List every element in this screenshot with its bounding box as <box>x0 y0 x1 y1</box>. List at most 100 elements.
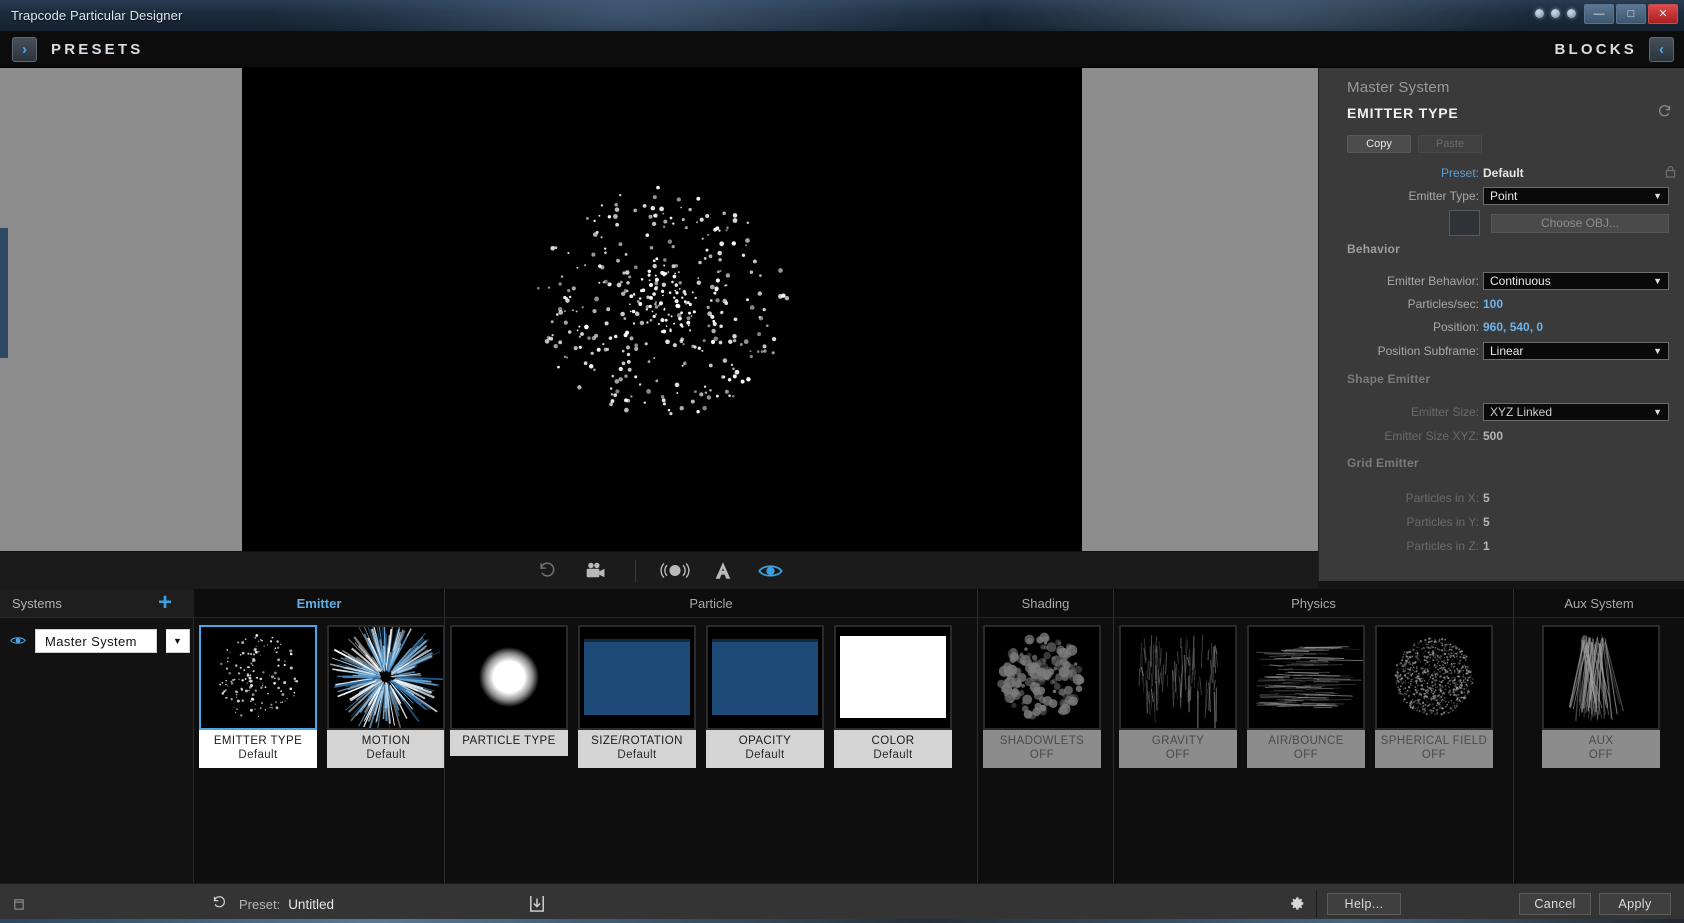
preset-reset-icon[interactable] <box>212 895 227 914</box>
block-group-label-physics: Physics <box>1114 589 1513 618</box>
cancel-button[interactable]: Cancel <box>1519 893 1591 915</box>
block-card-size-rotation[interactable]: SIZE/ROTATION Default <box>578 625 696 768</box>
motion-blur-icon[interactable] <box>659 558 690 584</box>
save-preset-icon[interactable] <box>529 895 545 917</box>
minimize-button[interactable]: — <box>1584 4 1614 24</box>
choose-obj-button[interactable]: Choose OBJ... <box>1491 213 1669 233</box>
chevron-down-icon: ▼ <box>1653 191 1662 201</box>
block-card-opacity[interactable]: OPACITY Default <box>706 625 824 768</box>
block-sub-color: Default <box>873 749 913 761</box>
maximize-button[interactable]: □ <box>1616 4 1646 24</box>
block-card-air-bounce[interactable]: AIR/BOUNCE OFF <box>1247 625 1365 768</box>
preset-lock-icon[interactable] <box>1665 165 1676 181</box>
param-row-preset: Preset: Default <box>1319 161 1684 185</box>
emitter-size-select[interactable]: XYZ Linked ▼ <box>1483 403 1669 421</box>
apply-button[interactable]: Apply <box>1599 893 1671 915</box>
particles-in-z-value[interactable]: 1 <box>1483 539 1490 553</box>
particle-preview-canvas[interactable] <box>242 68 1082 551</box>
section-grid-emitter: Grid Emitter <box>1347 456 1419 470</box>
particles-in-y-value[interactable]: 5 <box>1483 515 1490 529</box>
block-group-label-aux-system: Aux System <box>1514 589 1684 618</box>
param-label-position-subframe: Position Subframe: <box>1377 344 1479 358</box>
systems-header: Systems + <box>0 589 194 618</box>
param-label-particles-in-x: Particles in X: <box>1405 491 1479 505</box>
block-sub-emitter-type: Default <box>238 749 278 761</box>
radial-streaks-thumb <box>329 627 443 728</box>
block-card-aux[interactable]: AUX OFF <box>1542 625 1660 768</box>
block-card-particle-type[interactable]: PARTICLE TYPE <box>450 625 568 768</box>
panel-reset-icon[interactable] <box>1657 104 1672 123</box>
system-dropdown-caret-icon[interactable]: ▼ <box>166 629 190 653</box>
position-value[interactable]: 960, 540, 0 <box>1483 320 1543 334</box>
block-title-motion: MOTION <box>361 735 411 747</box>
block-sub-motion: Default <box>366 749 406 761</box>
add-system-button[interactable]: + <box>158 590 172 616</box>
paste-button[interactable]: Paste <box>1418 135 1482 153</box>
white-block-thumb <box>836 627 950 728</box>
block-card-emitter-type[interactable]: EMITTER TYPE Default <box>199 625 317 768</box>
block-card-shadowlets[interactable]: SHADOWLETS OFF <box>983 625 1101 768</box>
block-thumb-particle-type <box>450 625 568 730</box>
param-label-preset: Preset: <box>1440 166 1479 180</box>
block-group-label-particle: Particle <box>445 589 977 618</box>
visibility-eye-icon[interactable] <box>756 558 786 584</box>
viewer-toolbar-icons <box>533 558 786 584</box>
block-label-emitter-type: EMITTER TYPE Default <box>199 730 317 768</box>
block-label-color: COLOR Default <box>834 730 952 768</box>
block-sub-gravity: OFF <box>1165 749 1191 761</box>
blocks-label: BLOCKS <box>1554 41 1637 58</box>
block-group-physics: Physics GRAVITY OFF AIR/BOUNCE OFF SPHER… <box>1113 589 1513 883</box>
block-card-gravity[interactable]: GRAVITY OFF <box>1119 625 1237 768</box>
emitter-behavior-select[interactable]: Continuous ▼ <box>1483 272 1669 290</box>
camera-icon[interactable] <box>581 558 611 584</box>
gray-cluster-thumb <box>985 627 1099 728</box>
section-shape-emitter: Shape Emitter <box>1347 372 1431 386</box>
copy-button[interactable]: Copy <box>1347 135 1411 153</box>
parameter-panel: Master System EMITTER TYPE Copy Paste Pr… <box>1318 68 1684 581</box>
resize-grip-icon[interactable] <box>8 884 30 923</box>
param-row-particles-in-y: Particles in Y: 5 <box>1319 510 1684 534</box>
block-sub-spherical-field: OFF <box>1421 749 1447 761</box>
bottom-preset-value[interactable]: Untitled <box>288 897 334 912</box>
param-label-particles-in-y: Particles in Y: <box>1406 515 1479 529</box>
block-card-spherical-field[interactable]: SPHERICAL FIELD OFF <box>1375 625 1493 768</box>
text-overlay-icon[interactable] <box>708 558 738 584</box>
emitter-size-value: XYZ Linked <box>1490 405 1553 419</box>
block-cards-emitter: EMITTER TYPE Default MOTION Default <box>194 625 445 768</box>
close-button[interactable]: ✕ <box>1648 4 1678 24</box>
gray-rain-thumb <box>1121 627 1235 728</box>
presets-expand-icon[interactable]: › <box>12 37 37 62</box>
param-row-particles-per-sec: Particles/sec: 100 <box>1319 292 1684 316</box>
block-group-label-shading: Shading <box>978 589 1113 618</box>
system-name-input[interactable]: Master System <box>35 629 157 653</box>
obj-preview-swatch[interactable] <box>1449 210 1480 236</box>
param-row-emitter-type: Emitter Type: Point ▼ <box>1319 184 1684 208</box>
titlebar-dots <box>1535 9 1576 18</box>
block-title-air-bounce: AIR/BOUNCE <box>1268 735 1344 747</box>
block-title-aux: AUX <box>1588 735 1614 747</box>
reset-view-icon[interactable] <box>533 558 563 584</box>
block-title-color: COLOR <box>871 735 915 747</box>
system-visibility-eye-icon[interactable] <box>10 633 26 649</box>
help-button[interactable]: Help... <box>1327 893 1401 915</box>
param-value-preset[interactable]: Default <box>1483 166 1524 180</box>
particles-per-sec-value[interactable]: 100 <box>1483 297 1503 311</box>
window-controls: — □ ✕ <box>1584 4 1678 24</box>
param-row-position-subframe: Position Subframe: Linear ▼ <box>1319 339 1684 363</box>
emitter-size-xyz-value[interactable]: 500 <box>1483 429 1503 443</box>
block-card-color[interactable]: COLOR Default <box>834 625 952 768</box>
block-title-shadowlets: SHADOWLETS <box>999 735 1085 747</box>
titlebar-glow-secondary <box>980 0 1540 31</box>
emitter-type-select[interactable]: Point ▼ <box>1483 187 1669 205</box>
block-label-size-rotation: SIZE/ROTATION Default <box>578 730 696 768</box>
gear-icon[interactable] <box>1288 895 1305 917</box>
block-label-opacity: OPACITY Default <box>706 730 824 768</box>
blocks-collapse-icon[interactable]: ‹ <box>1649 37 1674 62</box>
block-card-motion[interactable]: MOTION Default <box>327 625 445 768</box>
position-subframe-select[interactable]: Linear ▼ <box>1483 342 1669 360</box>
particles-in-x-value[interactable]: 5 <box>1483 491 1490 505</box>
gray-trails-thumb <box>1544 627 1658 728</box>
emitter-behavior-value: Continuous <box>1490 274 1551 288</box>
param-row-particles-in-x: Particles in X: 5 <box>1319 486 1684 510</box>
preset-drawer-handle[interactable] <box>0 228 8 358</box>
